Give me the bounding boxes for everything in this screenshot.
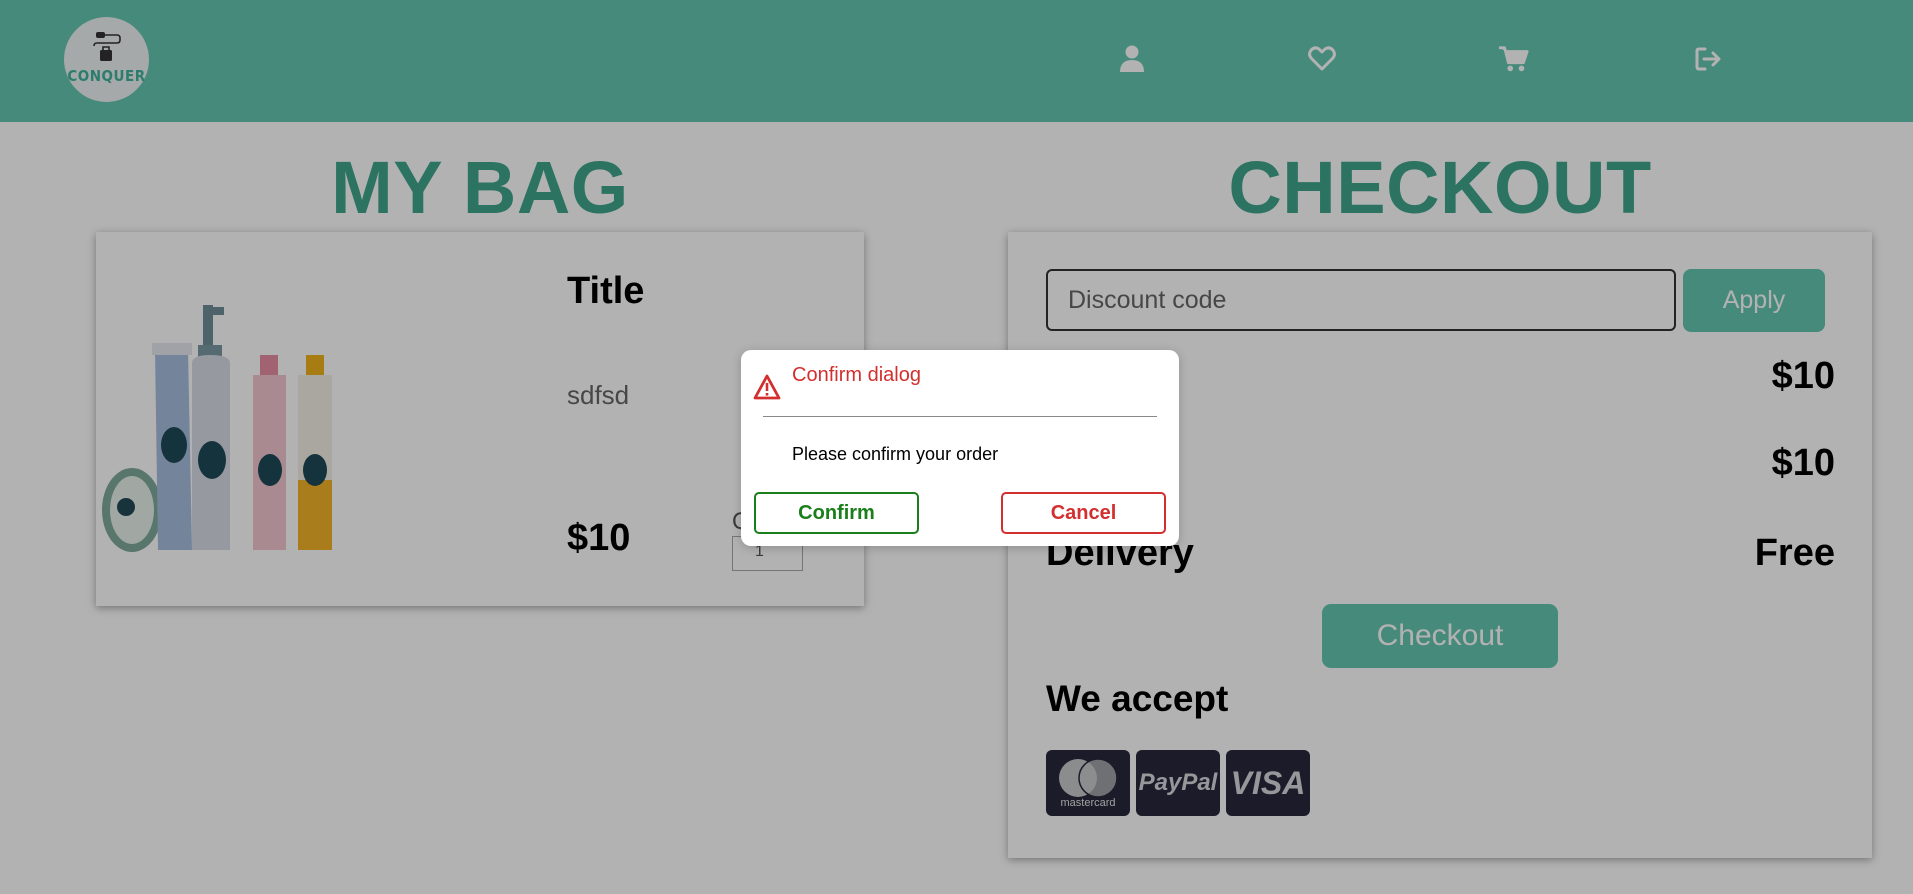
- dialog-title: Confirm dialog: [792, 364, 921, 386]
- confirm-button[interactable]: Confirm: [754, 492, 919, 534]
- dialog-message: Please confirm your order: [792, 444, 999, 464]
- warning-icon: [753, 374, 781, 400]
- cancel-button[interactable]: Cancel: [1001, 492, 1166, 534]
- confirm-dialog: Confirm dialog Please confirm your order…: [741, 350, 1179, 546]
- dialog-divider: [763, 416, 1157, 417]
